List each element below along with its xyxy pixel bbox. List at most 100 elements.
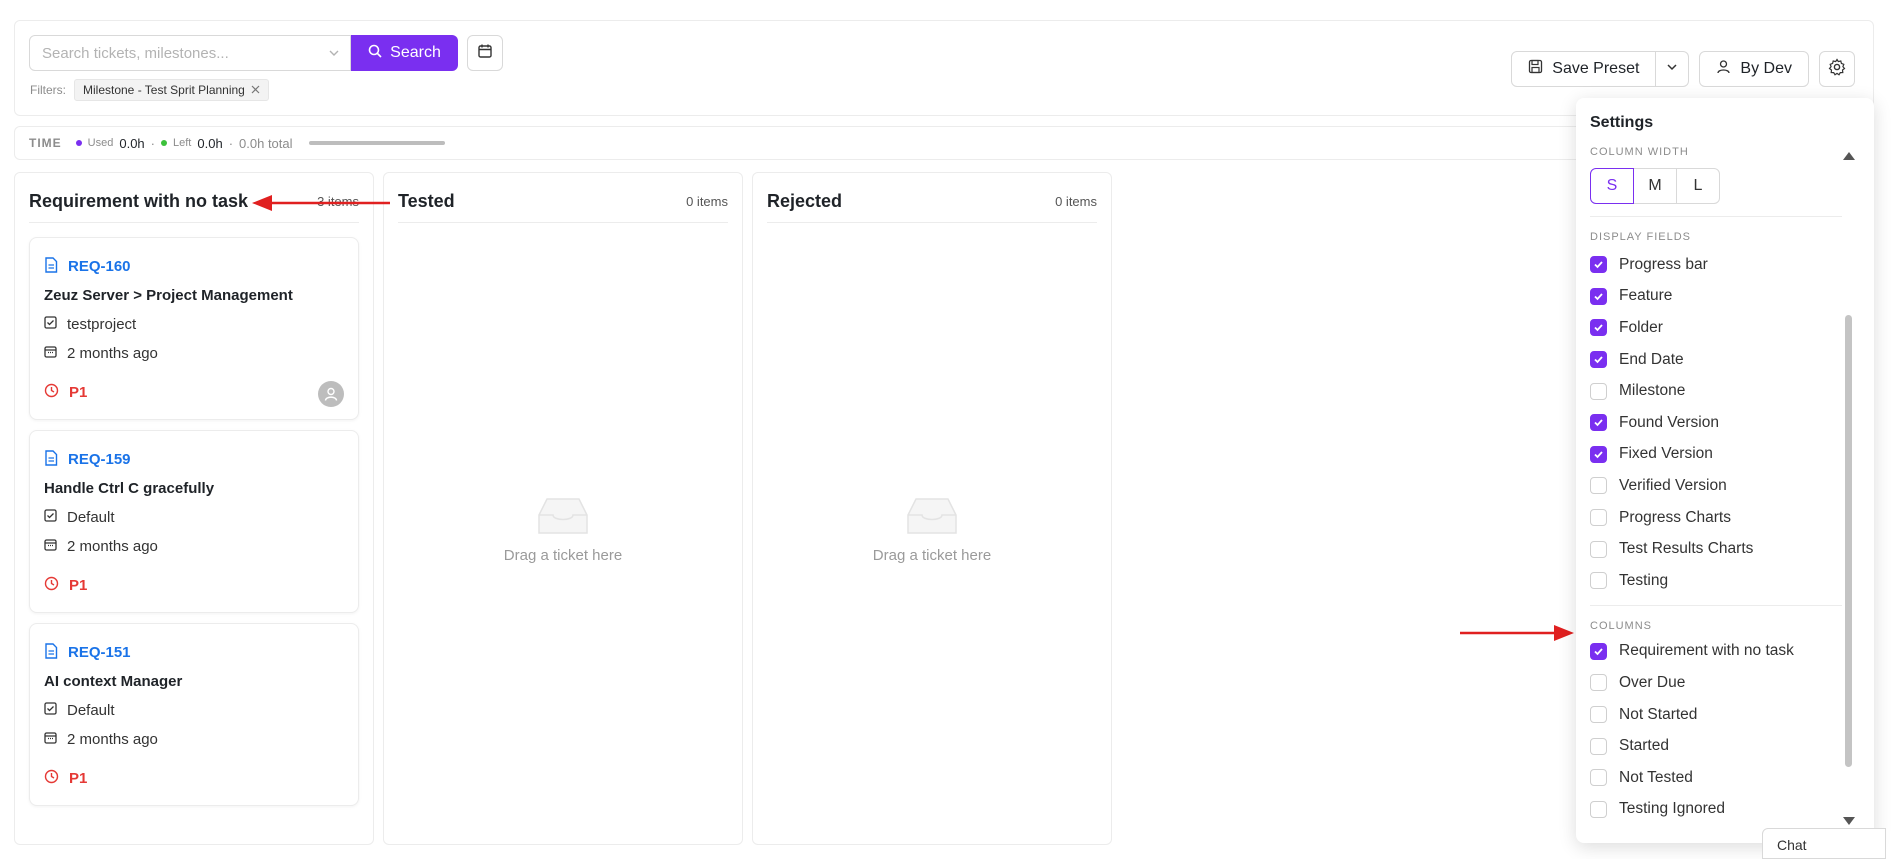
checkbox-unchecked[interactable] bbox=[1590, 706, 1607, 724]
checkbox-label: Started bbox=[1619, 737, 1669, 755]
board-column-requirement: Requirement with no task 3 items REQ-160… bbox=[14, 172, 374, 845]
checkbox-row[interactable]: End Date bbox=[1590, 344, 1860, 376]
ticket-title: Zeuz Server > Project Management bbox=[44, 287, 293, 304]
search-input[interactable] bbox=[42, 44, 338, 62]
used-value: 0.0h bbox=[119, 135, 145, 151]
checkbox-label: Progress bar bbox=[1619, 255, 1708, 273]
checkbox-checked[interactable] bbox=[1590, 445, 1607, 463]
checkbox-row[interactable]: Testing bbox=[1590, 565, 1860, 597]
checkbox-unchecked[interactable] bbox=[1590, 509, 1607, 527]
chevron-down-icon bbox=[1666, 60, 1678, 78]
annotation-arrow-icon bbox=[252, 195, 390, 211]
search-box[interactable] bbox=[29, 35, 351, 71]
checkbox-row[interactable]: Feature bbox=[1590, 281, 1860, 313]
filter-tag[interactable]: Milestone - Test Sprit Planning bbox=[74, 79, 269, 101]
card-date-row: 2 months ago bbox=[44, 339, 344, 368]
avatar[interactable] bbox=[318, 381, 344, 407]
checkbox-row[interactable]: Found Version bbox=[1590, 407, 1860, 439]
ticket-id-link[interactable]: REQ-159 bbox=[68, 451, 131, 468]
width-option-m[interactable]: M bbox=[1633, 168, 1677, 204]
group-by-dev-button[interactable]: By Dev bbox=[1699, 51, 1809, 87]
checkbox-unchecked[interactable] bbox=[1590, 674, 1607, 692]
filters-bar: Filters: Milestone - Test Sprit Planning bbox=[30, 79, 269, 101]
checkbox-unchecked[interactable] bbox=[1590, 477, 1607, 495]
ticket-card[interactable]: REQ-159 Handle Ctrl C gracefully Default… bbox=[29, 430, 359, 613]
search-button[interactable]: Search bbox=[351, 35, 458, 71]
empty-drop-zone[interactable]: Drag a ticket here bbox=[753, 493, 1111, 564]
save-preset-dropdown[interactable] bbox=[1656, 51, 1690, 87]
separator: · bbox=[228, 135, 234, 151]
time-progress-bar bbox=[308, 141, 445, 145]
checkbox-square-icon bbox=[44, 316, 57, 333]
save-icon bbox=[1528, 59, 1543, 79]
ticket-id-link[interactable]: REQ-151 bbox=[68, 644, 131, 661]
time-label: TIME bbox=[29, 136, 62, 150]
checkbox-unchecked[interactable] bbox=[1590, 737, 1607, 755]
checkbox-row[interactable]: Not Tested bbox=[1590, 762, 1860, 794]
checkbox-checked[interactable] bbox=[1590, 256, 1607, 274]
checkbox-label: End Date bbox=[1619, 350, 1684, 368]
checkbox-checked[interactable] bbox=[1590, 642, 1607, 660]
checkbox-row[interactable]: Milestone bbox=[1590, 375, 1860, 407]
settings-button[interactable] bbox=[1819, 51, 1855, 87]
ticket-priority: P1 bbox=[69, 384, 88, 401]
separator: · bbox=[150, 135, 156, 151]
clock-icon bbox=[44, 383, 59, 402]
checkbox-row[interactable]: Verified Version bbox=[1590, 470, 1860, 502]
column-title: Rejected bbox=[767, 191, 843, 211]
ticket-card[interactable]: REQ-151 AI context Manager Default 2 mon… bbox=[29, 623, 359, 806]
checkbox-checked[interactable] bbox=[1590, 287, 1607, 305]
left-label: Left bbox=[173, 137, 192, 149]
checkbox-row[interactable]: Over Due bbox=[1590, 667, 1860, 699]
settings-popover: Settings COLUMN WIDTH S M L DISPLAY FIEL… bbox=[1576, 98, 1874, 843]
checkbox-row[interactable]: Started bbox=[1590, 730, 1860, 762]
checkbox-row[interactable]: Not Started bbox=[1590, 699, 1860, 731]
gear-icon bbox=[1828, 57, 1846, 81]
card-date-row: 2 months ago bbox=[44, 532, 344, 561]
calendar-icon bbox=[44, 538, 57, 555]
checkbox-label: Milestone bbox=[1619, 382, 1686, 400]
left-dot-icon bbox=[161, 140, 168, 146]
checkbox-row[interactable]: Requirement with no task bbox=[1590, 636, 1860, 668]
checkbox-unchecked[interactable] bbox=[1590, 572, 1607, 590]
checkbox-unchecked[interactable] bbox=[1590, 382, 1607, 400]
chevron-down-icon[interactable] bbox=[328, 46, 340, 64]
checkbox-row[interactable]: Testing Ignored bbox=[1590, 794, 1860, 826]
search-button-label: Search bbox=[390, 44, 441, 61]
width-option-s[interactable]: S bbox=[1590, 168, 1634, 204]
checkbox-checked[interactable] bbox=[1590, 414, 1607, 432]
by-dev-label: By Dev bbox=[1740, 60, 1792, 77]
checkbox-unchecked[interactable] bbox=[1590, 540, 1607, 558]
checkbox-checked[interactable] bbox=[1590, 351, 1607, 369]
ticket-priority: P1 bbox=[69, 770, 88, 787]
checkbox-row[interactable]: Fixed Version bbox=[1590, 439, 1860, 471]
columns-list: Requirement with no task Over Due Not Star… bbox=[1590, 636, 1860, 826]
width-option-l[interactable]: L bbox=[1676, 168, 1720, 204]
checkbox-row[interactable]: Progress Charts bbox=[1590, 502, 1860, 534]
save-preset-button[interactable]: Save Preset bbox=[1511, 51, 1657, 87]
scroll-down-icon[interactable] bbox=[1843, 817, 1855, 825]
board-column-rejected: Rejected 0 items Drag a ticket here bbox=[752, 172, 1112, 845]
calendar-icon bbox=[44, 731, 57, 748]
filter-tag-label: Milestone - Test Sprit Planning bbox=[83, 83, 245, 97]
checkbox-unchecked[interactable] bbox=[1590, 800, 1607, 818]
checkbox-checked[interactable] bbox=[1590, 319, 1607, 337]
checkbox-row[interactable]: Test Results Charts bbox=[1590, 533, 1860, 565]
columns-label: COLUMNS bbox=[1590, 619, 1653, 632]
scroll-up-icon[interactable] bbox=[1843, 152, 1855, 160]
close-icon[interactable] bbox=[251, 83, 260, 97]
checkbox-row[interactable]: Folder bbox=[1590, 312, 1860, 344]
checkbox-row[interactable]: Progress bar bbox=[1590, 249, 1860, 281]
checkbox-square-icon bbox=[44, 509, 57, 526]
checkbox-unchecked[interactable] bbox=[1590, 769, 1607, 787]
ticket-id-link[interactable]: REQ-160 bbox=[68, 258, 131, 275]
empty-drop-zone[interactable]: Drag a ticket here bbox=[384, 493, 742, 564]
used-label: Used bbox=[87, 137, 114, 149]
ticket-card[interactable]: REQ-160 Zeuz Server > Project Management… bbox=[29, 237, 359, 420]
chat-button[interactable]: Chat bbox=[1762, 828, 1886, 859]
column-width-label: COLUMN WIDTH bbox=[1590, 146, 1689, 158]
annotation-arrow-icon bbox=[1460, 625, 1574, 641]
total-time: 0.0h total bbox=[239, 135, 293, 151]
scrollbar-thumb[interactable] bbox=[1845, 315, 1852, 767]
date-picker-button[interactable] bbox=[467, 35, 503, 71]
